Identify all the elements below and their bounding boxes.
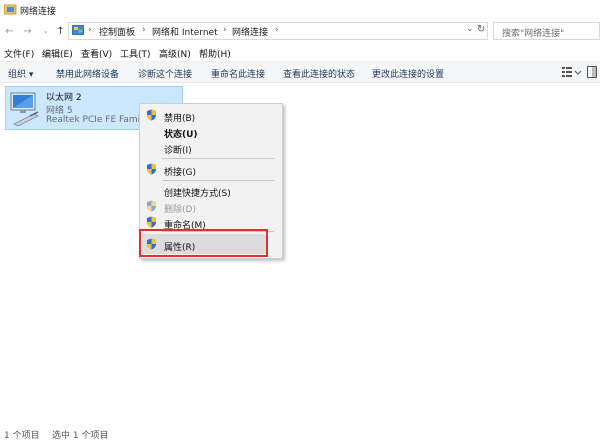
connection-name: 以太网 2: [46, 93, 82, 103]
view-options-icon[interactable]: [561, 66, 583, 78]
status-selected-count: 选中 1 个项目: [52, 431, 109, 441]
breadcrumb-separator-icon[interactable]: ›: [275, 25, 279, 35]
menu-edit[interactable]: 编辑(E): [42, 47, 73, 60]
recent-dropdown-icon[interactable]: ⌄: [40, 26, 51, 37]
ctx-delete: 删除(D): [164, 205, 196, 215]
uac-shield-icon: [146, 163, 157, 175]
breadcrumb-separator-icon[interactable]: ›: [88, 25, 92, 35]
ctx-disable[interactable]: 禁用(B): [164, 111, 195, 124]
refresh-icon[interactable]: ↻: [477, 24, 485, 35]
menu-help[interactable]: 帮助(H): [199, 47, 231, 60]
network-folder-icon: [4, 3, 17, 15]
rename-connection-button[interactable]: 重命名此连接: [211, 67, 265, 80]
menu-file[interactable]: 文件(F): [4, 47, 34, 60]
connection-device: Realtek PCIe FE Family: [46, 115, 148, 125]
search-input[interactable]: 搜索"网络连接": [493, 22, 600, 40]
ctx-status[interactable]: 状态(U): [164, 127, 198, 140]
uac-shield-icon: [146, 109, 157, 121]
ctx-bridge[interactable]: 桥接(G): [164, 165, 196, 178]
uac-shield-icon: [146, 200, 157, 212]
disable-device-button[interactable]: 禁用此网络设备: [56, 67, 119, 80]
menu-tools[interactable]: 工具(T): [120, 47, 151, 60]
up-arrow-icon[interactable]: ↑: [55, 26, 66, 37]
highlight-annotation-box: [139, 229, 268, 257]
title-bar: [0, 0, 600, 20]
address-dropdown-icon[interactable]: ⌄: [466, 24, 474, 34]
breadcrumb-control-panel[interactable]: 控制面板: [99, 25, 135, 38]
uac-shield-icon: [146, 216, 157, 228]
ctx-separator: [162, 180, 274, 181]
status-item-count: 1 个项目: [4, 431, 40, 441]
breadcrumb-network-connections[interactable]: 网络连接: [232, 25, 268, 38]
diagnose-connection-button[interactable]: 诊断这个连接: [138, 67, 192, 80]
view-status-button[interactable]: 查看此连接的状态: [283, 67, 355, 80]
ctx-diagnose[interactable]: 诊断(I): [164, 143, 192, 156]
breadcrumb-separator-icon[interactable]: ›: [142, 25, 146, 35]
breadcrumb-separator-icon[interactable]: ›: [223, 25, 227, 35]
ctx-create-shortcut[interactable]: 创建快捷方式(S): [164, 186, 231, 199]
menu-view[interactable]: 查看(V): [81, 47, 112, 60]
preview-pane-icon[interactable]: [587, 66, 597, 78]
search-placeholder: 搜索"网络连接": [502, 29, 565, 39]
back-arrow-icon[interactable]: ←: [4, 26, 15, 37]
ethernet-adapter-icon: [8, 90, 42, 126]
change-settings-button[interactable]: 更改此连接的设置: [372, 67, 444, 80]
breadcrumb-network-internet[interactable]: 网络和 Internet: [152, 25, 218, 38]
forward-arrow-icon[interactable]: →: [22, 26, 33, 37]
ctx-separator: [162, 158, 274, 159]
window-title: 网络连接: [20, 7, 57, 17]
menu-advanced[interactable]: 高级(N): [159, 47, 191, 60]
control-panel-icon: [72, 24, 85, 37]
organize-button[interactable]: 组织 ▾: [8, 67, 33, 80]
